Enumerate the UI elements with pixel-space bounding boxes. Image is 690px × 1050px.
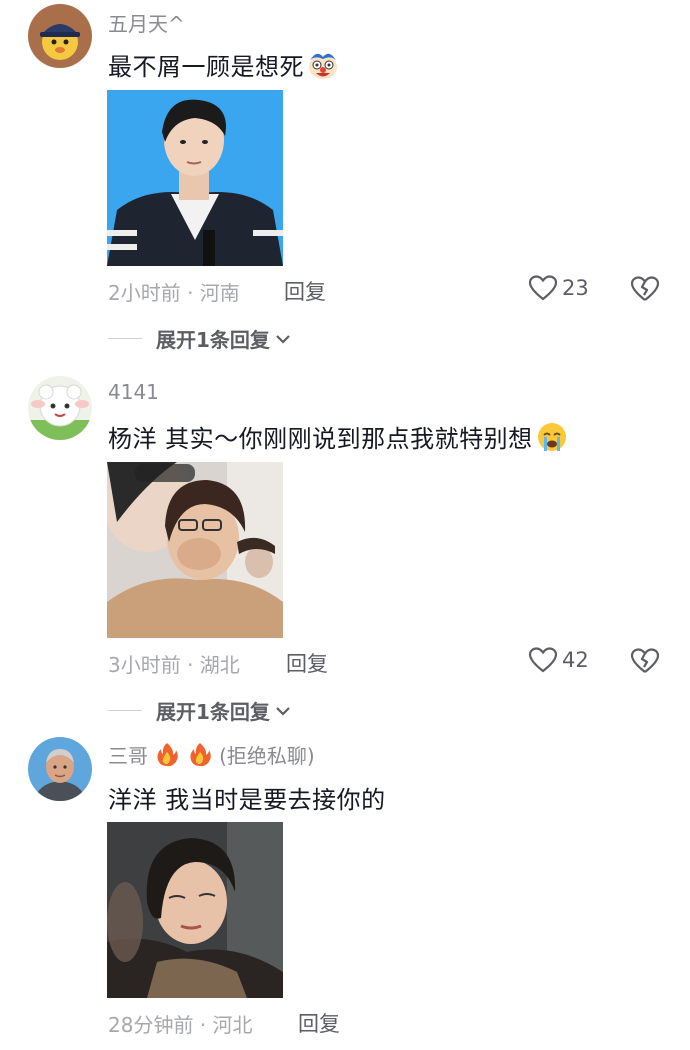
username[interactable]: 五月天^ xyxy=(108,8,185,37)
username-text: 三哥 xyxy=(108,744,148,768)
dislike-button[interactable] xyxy=(630,646,660,676)
username-suffix: (拒绝私聊) xyxy=(219,744,315,768)
broken-heart-icon xyxy=(630,648,660,673)
like-button[interactable]: 23 xyxy=(528,274,589,302)
broken-heart-icon xyxy=(630,276,660,301)
grinning-clown-emoji-icon xyxy=(306,49,340,87)
like-button[interactable]: 42 xyxy=(528,646,589,674)
username[interactable]: 三哥 (拒绝私聊) xyxy=(108,740,315,772)
comment-text: 杨洋 其实～你刚刚说到那点我就特别想 xyxy=(108,419,569,459)
expand-replies-label: 展开1条回复 xyxy=(156,328,270,352)
expand-replies-button[interactable]: 展开1条回复 xyxy=(108,324,292,353)
like-count: 23 xyxy=(562,276,589,300)
reply-button[interactable]: 回复 xyxy=(286,648,328,678)
user-avatar[interactable] xyxy=(28,737,92,801)
dislike-button[interactable] xyxy=(630,274,660,304)
reply-button[interactable]: 回复 xyxy=(298,1008,340,1038)
reply-button[interactable]: 回复 xyxy=(284,276,326,306)
comment-text: 洋洋 我当时是要去接你的 xyxy=(108,786,386,814)
like-count: 42 xyxy=(562,648,589,672)
crying-face-emoji-icon xyxy=(535,421,569,459)
comment-text-content: 最不屑一顾是想死 xyxy=(108,53,304,81)
divider-line xyxy=(108,710,142,711)
comment-text-content: 杨洋 其实～你刚刚说到那点我就特别想 xyxy=(108,425,533,453)
expand-replies-button[interactable]: 展开1条回复 xyxy=(108,696,292,725)
comment-time-location: 3小时前 · 湖北 xyxy=(108,653,240,677)
heart-icon xyxy=(528,647,558,673)
comment-image[interactable] xyxy=(107,90,283,266)
fire-emoji-icon xyxy=(154,741,180,772)
chevron-down-icon xyxy=(276,706,290,716)
username[interactable]: 4141 xyxy=(108,380,159,404)
fire-emoji-icon xyxy=(187,741,213,772)
comment-time-location: 28分钟前 · 河北 xyxy=(108,1013,253,1037)
comment-image[interactable] xyxy=(107,822,283,998)
comment-time-location: 2小时前 · 河南 xyxy=(108,281,240,305)
expand-replies-label: 展开1条回复 xyxy=(156,700,270,724)
divider-line xyxy=(108,338,142,339)
user-avatar[interactable] xyxy=(28,376,92,440)
heart-icon xyxy=(528,275,558,301)
comment-text: 最不屑一顾是想死 xyxy=(108,47,340,87)
chevron-down-icon xyxy=(276,334,290,344)
user-avatar[interactable] xyxy=(28,4,92,68)
comment-image[interactable] xyxy=(107,462,283,638)
